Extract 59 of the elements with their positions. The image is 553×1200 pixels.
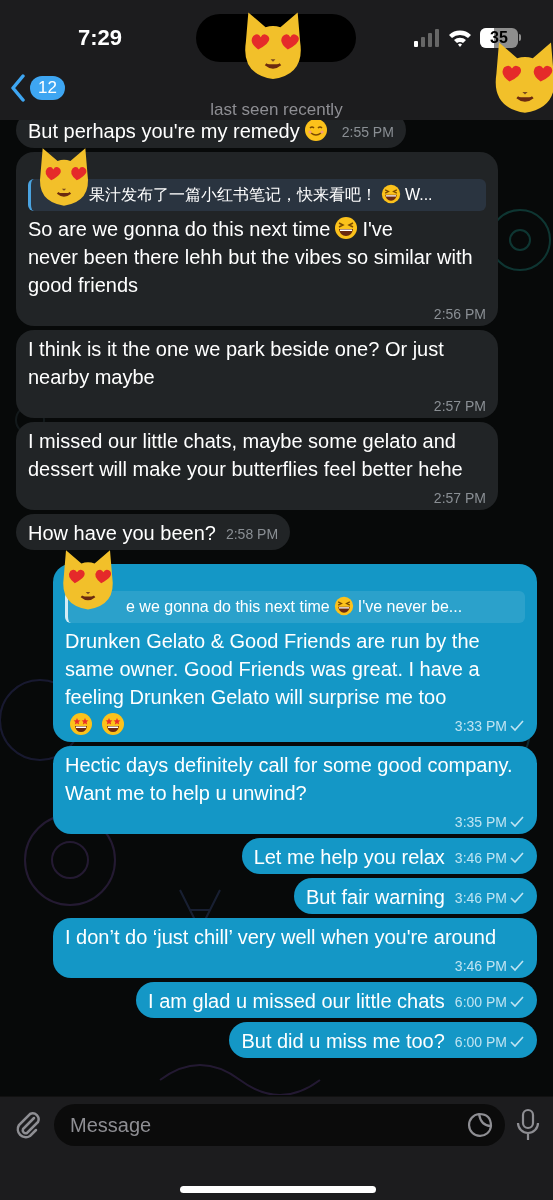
message-time: 2:58 PM <box>225 525 279 543</box>
message-field[interactable]: Message <box>54 1104 505 1146</box>
message-text: But perhaps you're my remedy <box>28 120 300 144</box>
reply-text: W... <box>405 186 433 203</box>
star-eyes-face-icon <box>69 712 93 736</box>
outgoing-message-bubble[interactable]: I am glad u missed our little chats 6:00 PM <box>136 982 537 1018</box>
message-time: 6:00 PM <box>454 993 507 1011</box>
wifi-icon <box>448 28 472 47</box>
unread-badge: 12 <box>30 76 65 100</box>
message-text: But fair warning <box>305 885 445 910</box>
star-eyes-face-icon <box>101 712 125 736</box>
microphone-icon[interactable] <box>515 1108 541 1142</box>
outgoing-message-bubble[interactable]: I don’t do ‘just chill’ very well when you're around 3:46 PM <box>53 918 537 978</box>
laughing-face-icon <box>333 596 354 616</box>
message-time: 2:57 PM <box>433 489 486 507</box>
message-text: Hectic days definitely call for some good company. Want me to help u unwind? <box>65 753 514 806</box>
message-time: 6:00 PM <box>454 1033 507 1051</box>
message-text: never been there lehh but the vibes so similar with good friends <box>28 245 474 298</box>
outgoing-message-bubble[interactable]: Hectic days definitely call for some good company. Want me to help u unwind? 3:35 PM <box>53 746 537 834</box>
incoming-message-bubble[interactable]: I missed our little chats, maybe some gelato and dessert will make your butterflies feel better hehe 2:57 PM <box>16 422 498 510</box>
signal-icon <box>414 28 440 47</box>
message-time: 3:33 PM <box>454 717 507 735</box>
message-time: 3:46 PM <box>454 957 507 975</box>
message-text: But did u miss me too? <box>241 1029 445 1054</box>
reply-text: 果汁发布了一篇小红书笔记，快来看吧！ <box>89 186 377 203</box>
message-time: 3:46 PM <box>454 849 507 867</box>
reply-quote[interactable]: e we gonna do this next time I've never be... <box>65 591 525 623</box>
message-text: Drunken Gelato & Good Friends are run by the same owner. Good Friends was great. I have a feeling Drunken Gelato will surprise me too <box>65 629 481 710</box>
last-seen-status: last seen recently <box>209 99 344 121</box>
message-time: 2:57 PM <box>433 397 486 415</box>
laughing-face-icon <box>334 216 359 240</box>
incoming-message-bubble[interactable]: But perhaps you're my remedy 2:55 PM <box>16 120 406 148</box>
incoming-message-bubble[interactable]: I think is it the one we park beside one? Or just nearby maybe 2:57 PM <box>16 330 498 418</box>
message-time: 2:56 PM <box>433 305 486 323</box>
sticker-icon[interactable] <box>467 1112 493 1138</box>
outgoing-message-bubble[interactable]: But did u miss me too? 6:00 PM <box>229 1022 537 1058</box>
smiling-face-icon <box>303 120 328 142</box>
laughing-face-icon <box>381 184 401 204</box>
outgoing-message-bubble[interactable]: Let me help you relax 3:46 PM <box>241 838 537 874</box>
message-text: I think is it the one we park beside one? Or just nearby maybe <box>28 337 445 390</box>
incoming-message-bubble[interactable]: How have you been? 2:58 PM <box>16 514 291 550</box>
message-time: 2:55 PM <box>341 123 394 141</box>
message-time: 3:35 PM <box>454 813 507 831</box>
reply-quote[interactable]: 果汁发布了一篇小红书笔记，快来看吧！ W... <box>28 179 486 211</box>
message-time: 3:46 PM <box>454 889 507 907</box>
message-text: I am glad u missed our little chats <box>148 989 445 1014</box>
back-icon[interactable] <box>10 74 26 102</box>
message-text: I've <box>362 217 393 242</box>
message-text: How have you been? <box>28 521 216 546</box>
message-text: Let me help you relax <box>253 845 445 870</box>
clock-time: 7:29 <box>78 24 123 52</box>
reply-text: e we gonna do this next time <box>126 598 330 615</box>
message-text: I missed our little chats, maybe some gelato and dessert will make your butterflies feel better hehe <box>28 429 464 482</box>
message-text: I don’t do ‘just chill’ very well when you're around <box>65 925 497 950</box>
outgoing-message-bubble[interactable]: e we gonna do this next time I've never be... Drunken Gelato & Good Friends are run by the same owner. Good Friends was great. I have a feeling Drunken Gelato will surprise me too 3:33 PM <box>53 564 537 742</box>
reply-text: I've never be... <box>357 598 463 615</box>
outgoing-message-bubble[interactable]: But fair warning 3:46 PM <box>293 878 537 914</box>
incoming-message-bubble[interactable]: 果汁发布了一篇小红书笔记，快来看吧！ W... So are we gonna do this next time I've never been there lehh but the vibes so similar with good friends 2:56 PM <box>16 152 498 326</box>
message-text: So are we gonna do this next time <box>28 217 331 242</box>
